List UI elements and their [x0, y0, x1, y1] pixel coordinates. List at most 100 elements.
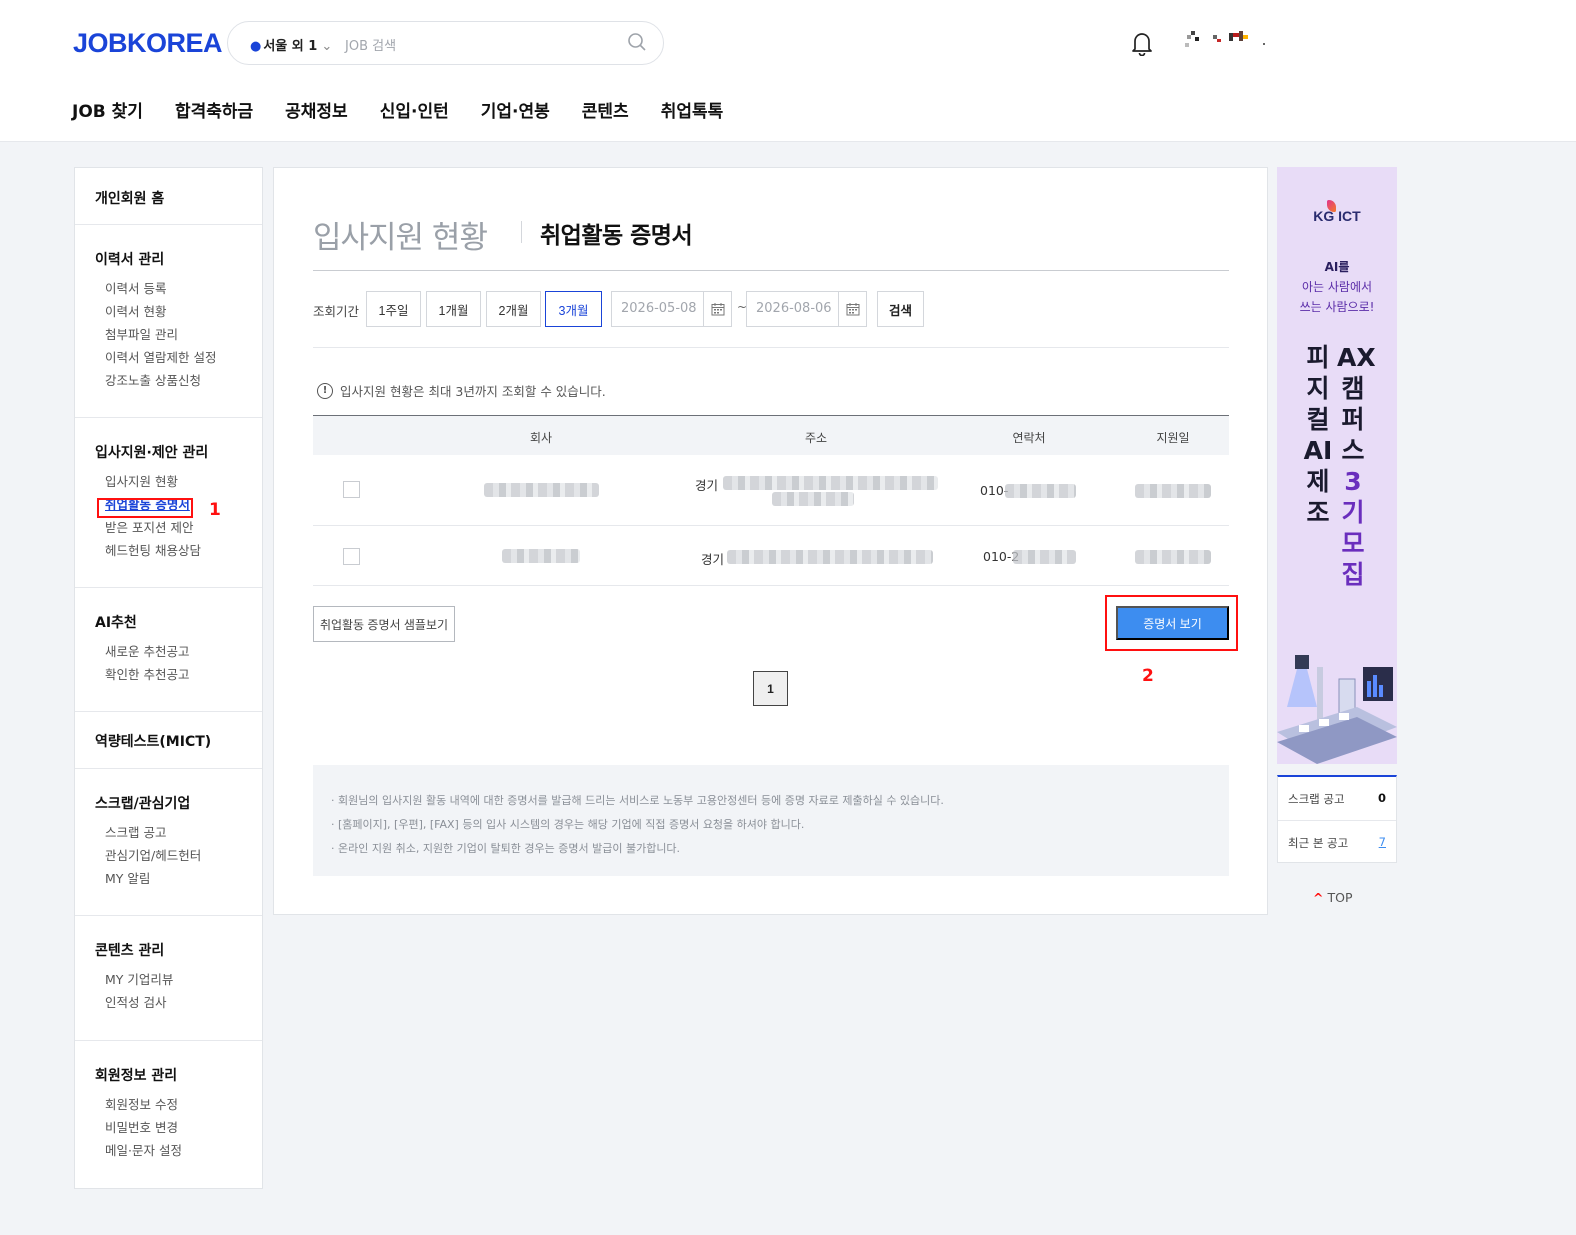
calendar-icon[interactable]: [838, 292, 866, 326]
sidebar-item-scrap-jobs[interactable]: 스크랩 공고: [95, 821, 242, 844]
jobkorea-logo[interactable]: JOBKOREA: [73, 28, 223, 59]
sidebar-item-application-status[interactable]: 입사지원 현황: [95, 470, 242, 493]
guide-line: · 온라인 지원 취소, 지원한 기업이 탈퇴한 경우는 증명서 발급이 불가합…: [331, 842, 681, 855]
ad-tagline-line: 쓰는 사람으로!: [1299, 300, 1375, 314]
calendar-icon[interactable]: [703, 292, 731, 326]
application-table: 회사 주소 연락처 지원일 경기 010- 경기 010-2: [313, 415, 1229, 586]
search-input[interactable]: JOB 검색: [345, 35, 396, 54]
page-1-button[interactable]: 1: [753, 671, 788, 706]
header-address: 주소: [804, 431, 828, 445]
period-2month-button[interactable]: 2개월: [486, 291, 541, 327]
sidebar-title-mict[interactable]: 역량테스트(MICT): [95, 731, 242, 751]
sidebar-title-home[interactable]: 개인회원 홈: [95, 188, 242, 208]
search-button[interactable]: 검색: [877, 291, 924, 327]
page-title: 입사지원 현황: [313, 220, 488, 256]
sidebar-item-resume-status[interactable]: 이력서 현황: [95, 300, 242, 323]
ad-char: AI: [1303, 436, 1333, 465]
ad-char: 모: [1341, 529, 1365, 558]
sidebar-item-mail-sms-settings[interactable]: 메일·문자 설정: [95, 1139, 242, 1162]
row-checkbox[interactable]: [343, 481, 360, 498]
sidebar-section-ai: AI추천 새로운 추천공고 확인한 추천공고: [75, 588, 262, 712]
nav-contents[interactable]: 콘텐츠: [582, 97, 629, 122]
divider: [313, 270, 1229, 271]
guide-line: · [홈페이지], [우편], [FAX] 등의 입사 시스템의 경우는 해당 …: [331, 818, 805, 831]
sidebar-title-contents: 콘텐츠 관리: [95, 943, 165, 959]
sidebar-item-company-review[interactable]: MY 기업리뷰: [95, 968, 242, 991]
top-button[interactable]: ^ TOP: [1313, 890, 1353, 905]
sidebar-section-resume: 이력서 관리 이력서 등록 이력서 현황 첨부파일 관리 이력서 열람제한 설정…: [75, 225, 262, 418]
nav-job-search[interactable]: JOB 찾기: [72, 97, 143, 122]
sidebar-item-checked-recommend[interactable]: 확인한 추천공고: [95, 663, 242, 686]
ad-tagline: AI를 아는 사람에서 쓰는 사람으로!: [1277, 257, 1397, 317]
ad-brand-text: KG ICT: [1313, 208, 1361, 224]
nav-career-talk[interactable]: 취업톡톡: [661, 97, 724, 122]
view-certificate-button[interactable]: 증명서 보기: [1116, 606, 1229, 640]
sidebar-item-aptitude-test[interactable]: 인적성 검사: [95, 991, 242, 1014]
site-header: JOBKOREA ● 서울 외 1 ⌄ JOB 검색 JOB 찾기 합격축하금 공채…: [0, 0, 1576, 142]
sidebar-section-member: 회원정보 관리 회원정보 수정 비밀번호 변경 메일·문자 설정: [75, 1041, 262, 1188]
search-icon[interactable]: [627, 32, 647, 52]
row-checkbox[interactable]: [343, 548, 360, 565]
ad-char: 스: [1341, 436, 1365, 465]
recent-count[interactable]: 7: [1379, 835, 1386, 849]
period-label: 조회기간: [313, 304, 360, 319]
sidebar-item-attachments[interactable]: 첨부파일 관리: [95, 323, 242, 346]
ad-char: 캠: [1341, 374, 1365, 403]
phone-redacted: [1005, 484, 1076, 498]
sidebar-item-highlight-product[interactable]: 강조노출 상품신청: [95, 369, 242, 392]
sidebar: 개인회원 홈 이력서 관리 이력서 등록 이력서 현황 첨부파일 관리 이력서 …: [74, 167, 263, 1189]
sidebar-item-new-recommend[interactable]: 새로운 추천공고: [95, 640, 242, 663]
guide-line: · 회원님의 입사지원 활동 내역에 대한 증명서를 발급해 드리는 서비스로 …: [331, 794, 944, 807]
sidebar-item-interest-companies[interactable]: 관심기업/헤드헌터: [95, 844, 242, 867]
search-bar[interactable]: ● 서울 외 1 ⌄ JOB 검색: [227, 21, 664, 65]
recent-label: 최근 본 공고: [1288, 836, 1349, 850]
nav-pass-bonus[interactable]: 합격축하금: [175, 97, 253, 122]
date-to-value: 2026-08-06: [756, 301, 832, 316]
annotation-label-1: 1: [209, 500, 221, 520]
nav-public-recruit[interactable]: 공채정보: [285, 97, 348, 122]
header-apply-date: 지원일: [1156, 431, 1190, 445]
period-3month-button[interactable]: 3개월: [545, 291, 602, 327]
table-header: 회사 주소 연락처 지원일: [313, 415, 1229, 455]
ad-char: 3: [1344, 467, 1362, 496]
date-to-field[interactable]: 2026-08-06: [746, 291, 867, 327]
company-name-redacted: [484, 483, 599, 497]
address-prefix: 경기: [695, 478, 719, 493]
sidebar-item-edit-profile[interactable]: 회원정보 수정: [95, 1093, 242, 1116]
date-from-value: 2026-05-08: [621, 301, 697, 316]
ad-headline-col1: 피 지 컬 AI 제 조: [1302, 342, 1334, 528]
scrap-jobs-link[interactable]: 스크랩 공고 0: [1288, 791, 1386, 807]
ad-tagline-line: 아는 사람에서: [1301, 280, 1373, 294]
address-prefix: 경기: [701, 552, 725, 567]
period-1month-button[interactable]: 1개월: [426, 291, 481, 327]
page-subtitle: 취업활동 증명서: [540, 223, 693, 249]
sidebar-section-mict: 역량테스트(MICT): [75, 712, 262, 769]
sample-certificate-button[interactable]: 취업활동 증명서 샘플보기: [313, 606, 455, 642]
sidebar-item-my-alerts[interactable]: MY 알림: [95, 867, 242, 890]
scrap-count: 0: [1377, 791, 1386, 805]
ad-char: 기: [1341, 498, 1365, 527]
ad-tagline-line: AI를: [1324, 260, 1350, 274]
sidebar-item-change-password[interactable]: 비밀번호 변경: [95, 1116, 242, 1139]
ad-banner[interactable]: KG ICT AI를 아는 사람에서 쓰는 사람으로! 피 지 컬 AI 제 조…: [1277, 167, 1397, 764]
ad-char: 조: [1306, 498, 1330, 527]
address-redacted: [723, 476, 938, 490]
nav-entry-intern[interactable]: 신입·인턴: [380, 97, 449, 122]
location-label: 서울 외 1: [263, 39, 318, 54]
sidebar-item-headhunting[interactable]: 헤드헌팅 채용상담: [95, 539, 242, 562]
date-from-field[interactable]: 2026-05-08: [611, 291, 732, 327]
nav-company-salary[interactable]: 기업·연봉: [481, 97, 550, 122]
header-contact: 연락처: [1012, 431, 1046, 445]
location-selector[interactable]: ● 서울 외 1 ⌄: [250, 35, 332, 54]
recent-jobs-link[interactable]: 최근 본 공고 7: [1288, 835, 1386, 851]
ad-char: 지: [1306, 374, 1330, 403]
sidebar-item-view-restriction[interactable]: 이력서 열람제한 설정: [95, 346, 242, 369]
location-pin-icon: ●: [250, 39, 262, 54]
period-1week-button[interactable]: 1주일: [366, 291, 421, 327]
ad-char: 퍼: [1341, 405, 1365, 434]
sidebar-item-resume-register[interactable]: 이력서 등록: [95, 277, 242, 300]
info-icon: !: [317, 382, 333, 399]
ad-char: 피: [1306, 343, 1330, 372]
user-avatar[interactable]: [1181, 29, 1267, 51]
bell-icon[interactable]: [1130, 30, 1154, 56]
